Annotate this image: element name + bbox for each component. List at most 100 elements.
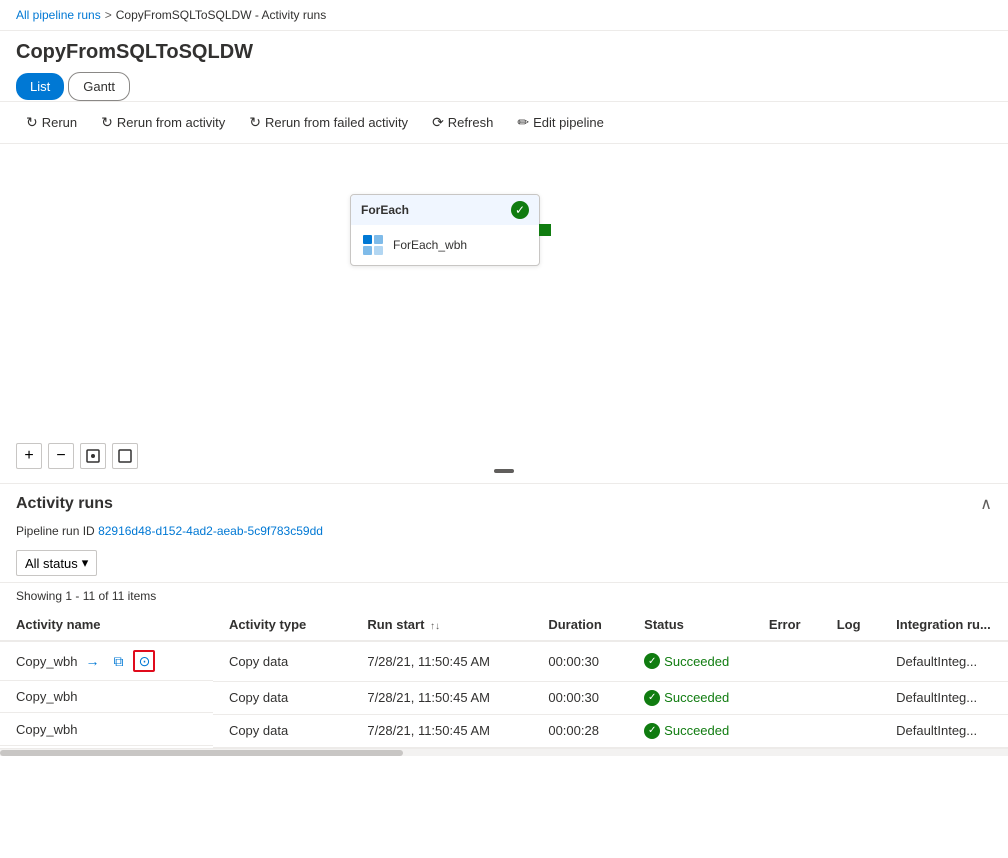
tab-gantt[interactable]: Gantt — [68, 72, 130, 101]
status-text: Succeeded — [664, 654, 729, 669]
edit-pipeline-icon: ✏ — [517, 114, 529, 131]
status-filter-button[interactable]: All status ▾ — [16, 550, 97, 576]
breadcrumb-current: CopyFromSQLToSQLDW - Activity runs — [116, 8, 327, 22]
col-header-integration-runtime: Integration ru... — [880, 609, 1008, 641]
cell-status: ✓ Succeeded — [628, 714, 753, 747]
table-row: Copy_wbh Copy data7/28/21, 11:50:45 AM00:… — [0, 681, 1008, 714]
cell-integration-runtime: DefaultInteg... — [880, 641, 1008, 681]
cell-duration: 00:00:28 — [532, 714, 628, 747]
col-header-activity-type: Activity type — [213, 609, 351, 641]
foreach-activity-name: ForEach_wbh — [393, 238, 467, 252]
foreach-header-title: ForEach — [361, 203, 409, 217]
cell-activity-name: Copy_wbh — [0, 714, 213, 746]
zoom-in-button[interactable]: + — [16, 443, 42, 469]
cell-run-start: 7/28/21, 11:50:45 AM — [351, 681, 532, 714]
cell-status: ✓ Succeeded — [628, 641, 753, 681]
status-text: Succeeded — [664, 723, 729, 738]
rerun-from-activity-icon: ↻ — [101, 114, 113, 131]
cell-error — [753, 641, 821, 681]
action-icons: →⧉⊙ — [81, 650, 155, 672]
cell-log — [821, 714, 880, 747]
fit-button[interactable] — [80, 443, 106, 469]
foreach-node[interactable]: ForEach ✓ ForEach_wbh — [350, 194, 540, 266]
breadcrumb-separator: > — [105, 8, 112, 22]
cell-error — [753, 714, 821, 747]
refresh-icon: ⟳ — [432, 114, 444, 131]
zoom-out-button[interactable]: − — [48, 443, 74, 469]
cell-activity-type: Copy data — [213, 714, 351, 747]
tab-list[interactable]: List — [16, 73, 64, 100]
view-icon[interactable]: ⊙ — [133, 650, 155, 672]
rerun-from-failed-icon: ↻ — [249, 114, 261, 131]
pipeline-run-id-label: Pipeline run ID — [16, 524, 95, 538]
cell-run-start: 7/28/21, 11:50:45 AM — [351, 714, 532, 747]
cell-duration: 00:00:30 — [532, 641, 628, 681]
rerun-from-activity-label: Rerun from activity — [117, 115, 225, 130]
cell-status: ✓ Succeeded — [628, 681, 753, 714]
filter-row: All status ▾ — [0, 544, 1008, 583]
activity-runs-section: Activity runs ∧ Pipeline run ID 82916d48… — [0, 484, 1008, 756]
col-header-activity-name: Activity name — [0, 609, 213, 641]
canvas-collapse-handle[interactable] — [494, 469, 514, 473]
col-header-run-start[interactable]: Run start ↑↓ — [351, 609, 532, 641]
breadcrumb: All pipeline runs > CopyFromSQLToSQLDW -… — [0, 0, 1008, 31]
col-header-error: Error — [753, 609, 821, 641]
edit-pipeline-button[interactable]: ✏ Edit pipeline — [507, 110, 614, 135]
cell-log — [821, 681, 880, 714]
copy-icon[interactable]: ⧉ — [107, 650, 129, 672]
foreach-connector — [539, 224, 551, 236]
canvas-area: ForEach ✓ ForEach_wbh + − — [0, 144, 1008, 484]
showing-count: Showing 1 - 11 of 11 items — [0, 583, 1008, 609]
scrollbar-thumb[interactable] — [0, 750, 403, 756]
canvas-controls: + − — [16, 443, 138, 469]
rerun-icon: ↻ — [26, 114, 38, 131]
cell-run-start: 7/28/21, 11:50:45 AM — [351, 641, 532, 681]
col-header-duration: Duration — [532, 609, 628, 641]
foreach-activity-icon — [361, 233, 385, 257]
page-title: CopyFromSQLToSQLDW — [0, 31, 1008, 72]
activity-runs-title: Activity runs — [16, 495, 113, 513]
table-row: Copy_wbh →⧉⊙ Copy data7/28/21, 11:50:45 AM… — [0, 641, 1008, 681]
table-header-row: Activity name Activity type Run start ↑↓… — [0, 609, 1008, 641]
status-success-icon: ✓ — [644, 690, 660, 706]
cell-activity-type: Copy data — [213, 641, 351, 681]
horizontal-scrollbar[interactable] — [0, 748, 1008, 756]
toolbar: ↻ Rerun ↻ Rerun from activity ↻ Rerun fr… — [0, 102, 1008, 144]
foreach-success-icon: ✓ — [511, 201, 529, 219]
activity-name-text: Copy_wbh — [16, 722, 77, 737]
activity-name-text: Copy_wbh — [16, 654, 77, 669]
cell-error — [753, 681, 821, 714]
refresh-button[interactable]: ⟳ Refresh — [422, 110, 503, 135]
pipeline-run-id-link[interactable]: 82916d48-d152-4ad2-aeab-5c9f783c59dd — [98, 524, 323, 538]
table-row: Copy_wbh Copy data7/28/21, 11:50:45 AM00:… — [0, 714, 1008, 747]
activity-runs-header: Activity runs ∧ — [0, 484, 1008, 524]
tabs-row: List Gantt — [0, 72, 1008, 102]
collapse-button[interactable]: ∧ — [980, 494, 992, 514]
cell-duration: 00:00:30 — [532, 681, 628, 714]
rerun-label: Rerun — [42, 115, 77, 130]
edit-pipeline-label: Edit pipeline — [533, 115, 604, 130]
foreach-header: ForEach ✓ — [351, 195, 539, 225]
cell-integration-runtime: DefaultInteg... — [880, 681, 1008, 714]
cell-activity-type: Copy data — [213, 681, 351, 714]
rerun-button[interactable]: ↻ Rerun — [16, 110, 87, 135]
activity-table: Activity name Activity type Run start ↑↓… — [0, 609, 1008, 748]
refresh-label: Refresh — [448, 115, 494, 130]
rerun-from-activity-button[interactable]: ↻ Rerun from activity — [91, 110, 235, 135]
chevron-down-icon: ▾ — [82, 555, 89, 571]
foreach-body: ForEach_wbh — [351, 225, 539, 265]
activity-name-text: Copy_wbh — [16, 689, 77, 704]
status-filter-label: All status — [25, 556, 78, 571]
col-header-log: Log — [821, 609, 880, 641]
rerun-from-failed-label: Rerun from failed activity — [265, 115, 408, 130]
status-text: Succeeded — [664, 690, 729, 705]
navigate-icon[interactable]: → — [81, 650, 103, 672]
status-success-icon: ✓ — [644, 653, 660, 669]
cell-integration-runtime: DefaultInteg... — [880, 714, 1008, 747]
cell-activity-name: Copy_wbh →⧉⊙ — [0, 642, 213, 681]
pipeline-run-id-row: Pipeline run ID 82916d48-d152-4ad2-aeab-… — [0, 524, 1008, 544]
status-success-icon: ✓ — [644, 723, 660, 739]
breadcrumb-link[interactable]: All pipeline runs — [16, 8, 101, 22]
rerun-from-failed-button[interactable]: ↻ Rerun from failed activity — [239, 110, 418, 135]
expand-button[interactable] — [112, 443, 138, 469]
